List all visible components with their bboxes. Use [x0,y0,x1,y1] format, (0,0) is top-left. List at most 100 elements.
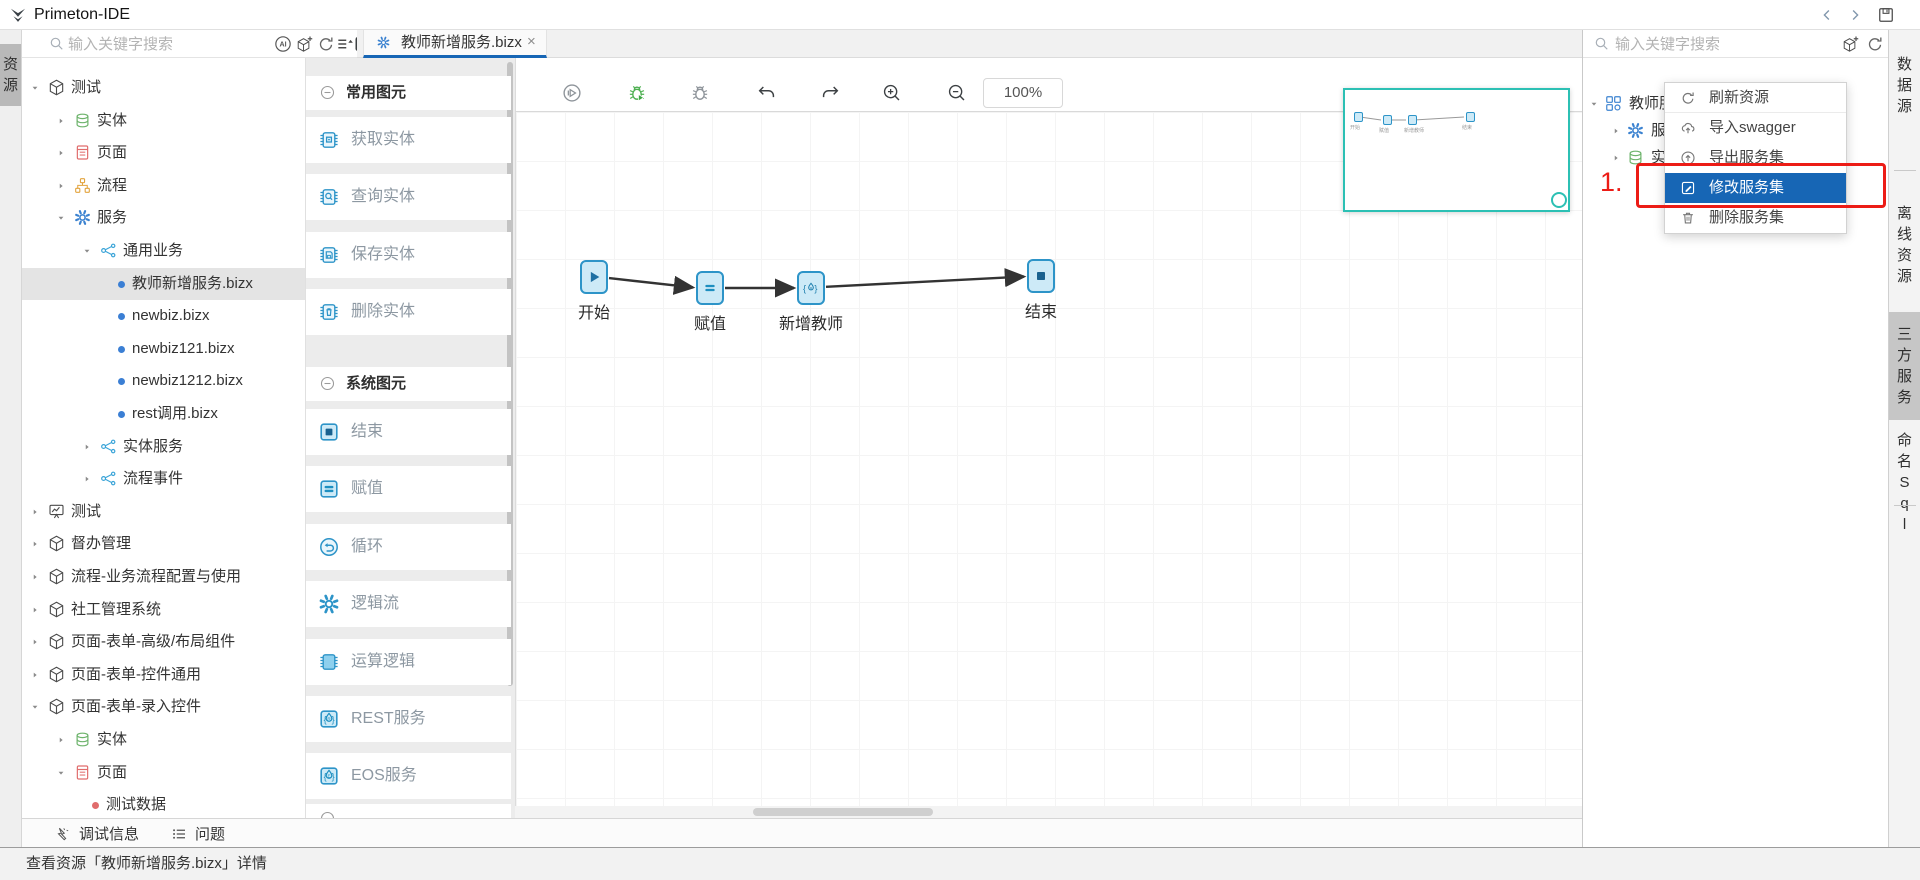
chevron-right-icon [1611,126,1621,136]
package-icon [47,632,66,651]
tree-item-newbiz121.bizx[interactable]: newbiz121.bizx [22,333,305,365]
palette-item-label: REST服务 [351,696,426,742]
tree-item-实体服务[interactable]: 实体服务 [22,431,305,463]
tree-item-测试[interactable]: 测试 [22,72,305,104]
palette-item-REST服务[interactable]: {}RREST服务 [305,696,511,742]
explorer-search-input[interactable] [66,33,226,55]
new-package-icon[interactable] [1841,34,1861,54]
tree-item-页面-表单-高级/布局组件[interactable]: 页面-表单-高级/布局组件 [22,626,305,658]
palette-item-保存实体[interactable]: 保存实体 [305,232,511,278]
tree-item-label: 实体服务 [123,431,183,463]
cloud-up-icon [1679,119,1697,137]
tree-item-服务[interactable]: 服务 [22,202,305,234]
flow-canvas[interactable]: 开始赋值{}R新增教师结束 [515,112,1582,806]
palette-item-循环[interactable]: 循环 [305,524,511,570]
minimap-node [1383,115,1392,125]
palette-section-title: 系统图元 [346,367,406,401]
debug-info-button[interactable]: 调试信息 [54,819,139,848]
palette-item-结束[interactable]: 结束 [305,409,511,455]
tree-item-流程[interactable]: 流程 [22,170,305,202]
tree-item-newbiz.bizx[interactable]: newbiz.bizx [22,300,305,332]
palette-section-header[interactable]: 常用图元 [305,76,511,110]
palette-item-运算逻辑[interactable]: 运算逻辑 [305,639,511,685]
annotation-number: 1. [1600,167,1623,198]
back-icon[interactable] [1818,6,1836,24]
palette-item-查询实体[interactable]: 查询实体 [305,174,511,220]
tree-item-流程事件[interactable]: 流程事件 [22,463,305,495]
minimap[interactable]: 开始赋值新增教师结束 [1343,88,1570,212]
right-strip-tab-char: 线 [1897,226,1912,243]
flow-node-赋值[interactable] [696,271,724,305]
svg-text:E: E [327,774,330,779]
editor-tab[interactable]: 教师新增服务.bizx × [363,30,547,58]
flow-node-结束[interactable] [1027,259,1055,293]
flow-node-开始[interactable] [580,260,608,294]
tree-item-页面-表单-控件通用[interactable]: 页面-表单-控件通用 [22,659,305,691]
save-icon[interactable] [1876,5,1896,25]
palette-item-赋值[interactable]: 赋值 [305,466,511,512]
tree-item-页面[interactable]: 页面 [22,137,305,169]
minimap-node-label: 新增教师 [1404,127,1424,134]
debug-icon[interactable] [626,82,648,104]
menu-item-刷新资源[interactable]: 刷新资源 [1665,83,1846,113]
redo-icon[interactable] [819,82,841,104]
tree-item-测试数据[interactable]: 测试数据 [22,789,305,818]
circle-up-icon [1679,149,1697,167]
new-package-icon[interactable] [295,34,315,54]
forward-icon[interactable] [1846,6,1864,24]
refresh-icon[interactable] [1865,34,1885,54]
zoom-in-icon[interactable] [881,82,903,104]
tree-item-实体[interactable]: 实体 [22,105,305,137]
canvas-hscrollbar-thumb[interactable] [753,808,933,816]
tree-item-流程-业务流程配置与使用[interactable]: 流程-业务流程配置与使用 [22,561,305,593]
right-strip-tab-离线资源[interactable]: 离线资源 [1889,195,1920,295]
flow-node-新增教师[interactable]: {}R [797,271,825,305]
zoom-level-box[interactable]: 100% [983,78,1063,108]
zoom-out-icon[interactable] [946,82,968,104]
minimap-resize-handle[interactable] [1551,192,1567,208]
palette-item-逻辑流[interactable]: 逻辑流 [305,581,511,627]
refresh-icon[interactable] [316,34,336,54]
ai-icon[interactable]: AI [273,34,293,54]
explorer-header: AI 文 [22,30,357,58]
tree-item-督办管理[interactable]: 督办管理 [22,528,305,560]
palette-item-EOS服务[interactable]: {}EEOS服务 [305,753,511,799]
right-strip-tab-char: 离 [1897,205,1912,222]
collapse-list-icon[interactable] [335,34,355,54]
chevron-down-icon [30,702,40,712]
bug-icon[interactable] [689,82,711,104]
right-strip-tab-三方服务[interactable]: 三方服务 [1889,312,1920,420]
tree-item-测试[interactable]: 测试 [22,496,305,528]
menu-item-修改服务集[interactable]: 修改服务集 [1665,173,1846,203]
right-strip-tab-命名Sql[interactable]: 命名Sql [1889,422,1920,543]
close-tab-icon[interactable]: × [527,30,536,55]
right-strip-tab-char: 务 [1897,389,1912,406]
tree-item-页面-表单-录入控件[interactable]: 页面-表单-录入控件 [22,691,305,723]
svg-text:R: R [810,286,813,290]
entity-icon [73,111,92,130]
menu-item-导入swagger[interactable]: 导入swagger [1665,113,1846,143]
run-icon[interactable] [561,82,583,104]
tree-item-实体[interactable]: 实体 [22,724,305,756]
tree-item-rest调用.bizx[interactable]: rest调用.bizx [22,398,305,430]
palette-item-获取实体[interactable]: 获取实体 [305,117,511,163]
chevron-right-icon [82,474,92,484]
tree-item-教师新增服务.bizx[interactable]: 教师新增服务.bizx [22,268,305,300]
tree-item-label: 测试数据 [106,789,166,818]
problems-button[interactable]: 问题 [170,819,225,848]
blue-dot-icon [118,346,125,353]
palette-item-删除实体[interactable]: 删除实体 [305,289,511,335]
tree-item-页面[interactable]: 页面 [22,757,305,789]
strip-tab-resources[interactable]: 资源 [0,44,21,106]
tree-item-社工管理系统[interactable]: 社工管理系统 [22,594,305,626]
undo-icon[interactable] [756,82,778,104]
menu-item-导出服务集[interactable]: 导出服务集 [1665,143,1846,173]
end-icon [317,420,341,444]
menu-item-删除服务集[interactable]: 删除服务集 [1665,203,1846,233]
tree-item-通用业务[interactable]: 通用业务 [22,235,305,267]
tree-item-newbiz1212.bizx[interactable]: newbiz1212.bizx [22,365,305,397]
right-strip-tab-数据源[interactable]: 数据源 [1889,46,1920,125]
package-icon [47,600,66,619]
service-search-input[interactable] [1613,33,1813,55]
palette-section-header[interactable]: 系统图元 [305,367,511,401]
